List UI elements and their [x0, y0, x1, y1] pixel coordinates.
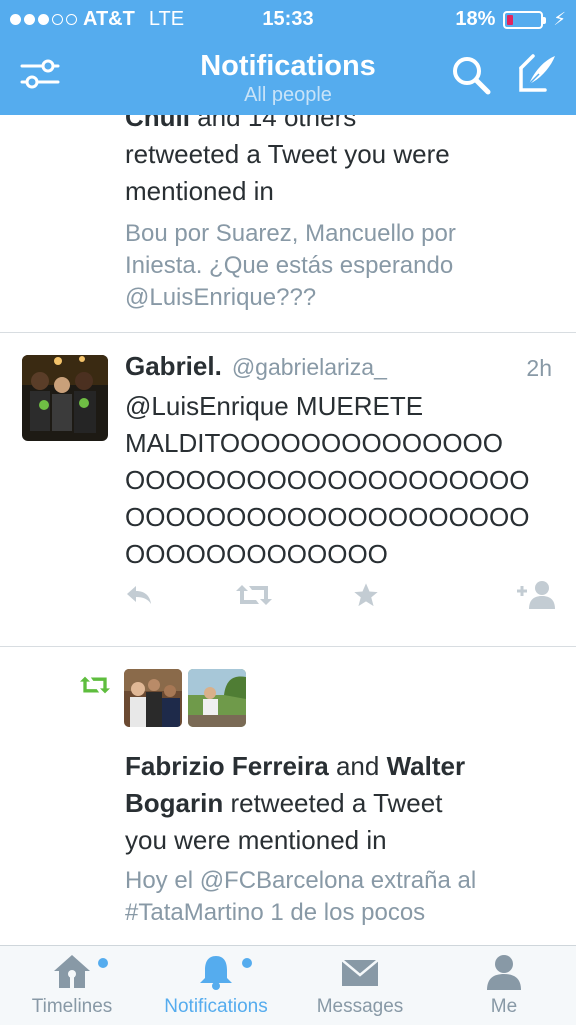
follow-user-icon[interactable] [515, 579, 557, 609]
actor-name[interactable]: Fabrizio Ferreira [125, 751, 329, 781]
avatar[interactable] [188, 669, 246, 727]
tweet-preview-line: Bou por Suarez, Mancuello por [125, 220, 456, 247]
tweet-preview-line: Iniesta. ¿Que estás esperando [125, 252, 454, 279]
notifications-feed[interactable]: Chuli and 14 others retweeted a Tweet yo… [0, 115, 576, 945]
actor-name[interactable]: Bogarin [125, 788, 223, 818]
tab-bar: Timelines Notifications Messages Me [0, 945, 576, 1025]
envelope-icon [341, 959, 379, 986]
compose-tweet-icon[interactable] [515, 52, 559, 96]
title-bar: Notifications All people [0, 44, 576, 110]
tweet-text-line: OOOOOOOOOOOOO [125, 539, 388, 569]
tweet-text-line: MALDITOOOOOOOOOOOOOO [125, 428, 504, 458]
tab-messages[interactable]: Messages [288, 946, 432, 1025]
tab-timelines[interactable]: Timelines [0, 946, 144, 1025]
navigation-header: AT&T LTE 15:33 18% ⚡ Notifications All p… [0, 0, 576, 115]
retweet-notification-text: Fabrizio Ferreira and Walter Bogarin ret… [125, 748, 565, 929]
notification-line: retweeted a Tweet [223, 788, 443, 818]
unread-badge [98, 958, 108, 968]
tweet-preview-line: @LuisEnrique??? [125, 284, 317, 311]
avatar[interactable] [22, 355, 108, 441]
battery-percent: 18% [455, 8, 496, 30]
tweet-author-handle[interactable]: @gabrielariza_ [232, 354, 387, 380]
battery-icon [503, 10, 547, 29]
tab-label: Timelines [31, 996, 113, 1017]
list-item[interactable]: Chuli and 14 others retweeted a Tweet yo… [0, 115, 576, 333]
tweet-preview-line: #TataMartino 1 de los pocos [125, 899, 426, 926]
tab-label: Me [490, 996, 518, 1017]
tweet-text-line: OOOOOOOOOOOOOOOOOOOO [125, 502, 530, 532]
tweet-text-line: @LuisEnrique MUERETE [125, 391, 424, 421]
tab-notifications[interactable]: Notifications [144, 946, 288, 1025]
tab-label: Notifications [164, 996, 268, 1017]
notification-line: you were mentioned in [125, 825, 387, 855]
tweet-timestamp: 2h [526, 355, 552, 381]
bell-icon [200, 956, 232, 990]
status-bar: AT&T LTE 15:33 18% ⚡ [0, 0, 576, 40]
tweet-item[interactable]: Gabriel. @gabrielariza_ 2h @LuisEnrique M… [0, 333, 576, 647]
reply-icon[interactable] [124, 583, 154, 607]
retweet-icon[interactable] [236, 583, 272, 607]
tweet-author-name[interactable]: Gabriel. [125, 351, 222, 381]
tweet-text-line: OOOOOOOOOOOOOOOOOOOO [125, 465, 530, 495]
tweet-text: @LuisEnrique MUERETE MALDITOOOOOOOOOOOOO… [125, 388, 555, 573]
notification-line: mentioned in [125, 176, 274, 206]
unread-badge [242, 958, 252, 968]
list-item[interactable]: Fabrizio Ferreira and Walter Bogarin ret… [0, 647, 576, 945]
retweet-notification-text: Chuli and 14 others retweeted a Tweet yo… [125, 115, 555, 314]
tweet-preview-line: Hoy el @FCBarcelona extraña al [125, 867, 477, 894]
search-icon[interactable] [450, 54, 492, 96]
retweet-icon [80, 676, 110, 694]
avatar[interactable] [124, 669, 182, 727]
tweet-header: Gabriel. @gabrielariza_ [125, 351, 387, 382]
notification-line: retweeted a Tweet you were [125, 139, 450, 169]
charging-icon: ⚡ [553, 9, 566, 29]
actor-name[interactable]: Walter [387, 751, 466, 781]
actor-rest: and 14 others [190, 115, 357, 132]
tab-me[interactable]: Me [432, 946, 576, 1025]
person-icon [487, 955, 521, 990]
actor-name[interactable]: Chuli [125, 115, 190, 132]
conjunction: and [328, 751, 387, 781]
tab-label: Messages [316, 996, 404, 1017]
home-icon [54, 955, 90, 988]
battery-info: 18% ⚡ [455, 8, 566, 31]
favorite-star-icon[interactable] [352, 581, 380, 609]
